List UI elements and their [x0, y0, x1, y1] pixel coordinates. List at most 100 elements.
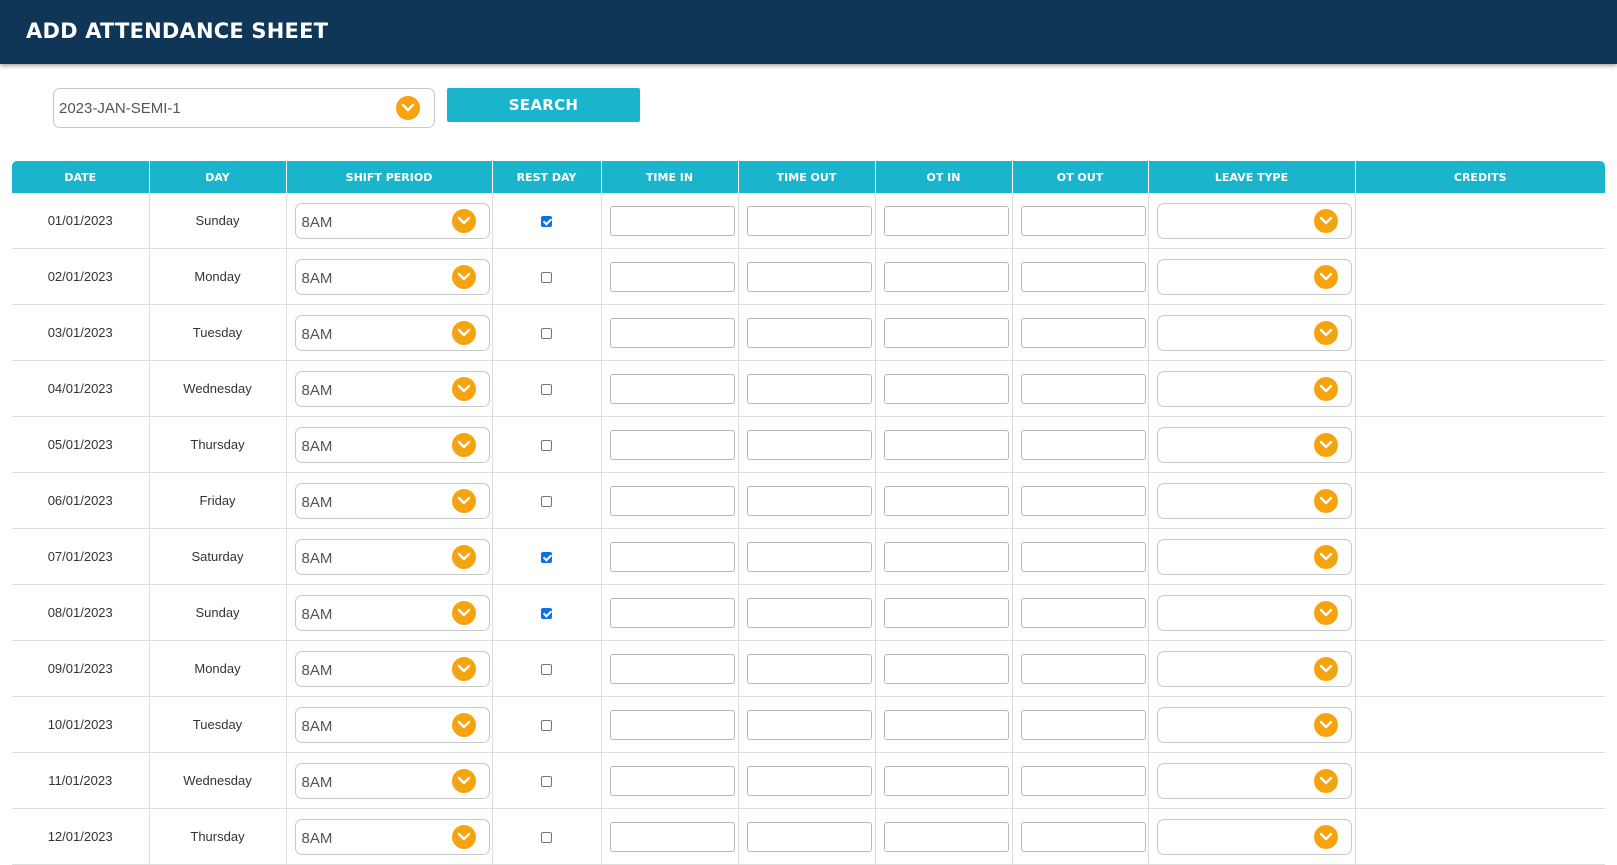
time-in-input[interactable]: [609, 485, 735, 516]
leave-type-select[interactable]: [1156, 650, 1352, 687]
time-out-input[interactable]: [746, 317, 872, 348]
shift-period-select[interactable]: 8AM: [294, 762, 490, 799]
rest-day-checkbox[interactable]: [541, 440, 552, 452]
ot-out-input[interactable]: [1020, 485, 1146, 516]
ot-out-input[interactable]: [1020, 261, 1146, 292]
rest-day-checkbox[interactable]: [541, 832, 552, 844]
time-in-input[interactable]: [609, 765, 735, 796]
chevron-down-icon: [1313, 432, 1338, 457]
ot-in-input[interactable]: [883, 485, 1009, 516]
rest-day-checkbox[interactable]: [541, 384, 552, 396]
ot-in-input[interactable]: [883, 429, 1009, 460]
leave-type-cell: [1148, 193, 1356, 249]
time-out-input[interactable]: [746, 597, 872, 628]
ot-out-input[interactable]: [1020, 821, 1146, 852]
leave-type-select[interactable]: [1156, 706, 1352, 743]
shift-period-select[interactable]: 8AM: [294, 426, 490, 463]
ot-out-input[interactable]: [1020, 205, 1146, 236]
leave-type-select[interactable]: [1156, 202, 1352, 239]
shift-period-select[interactable]: 8AM: [294, 594, 490, 631]
ot-in-input[interactable]: [883, 373, 1009, 404]
leave-type-select[interactable]: [1156, 482, 1352, 519]
ot-out-input[interactable]: [1020, 653, 1146, 684]
time-in-input[interactable]: [609, 709, 735, 740]
leave-type-select[interactable]: [1156, 818, 1352, 855]
ot-out-input[interactable]: [1020, 709, 1146, 740]
table-row: 06/01/2023 Friday 8AM: [12, 472, 1605, 529]
rest-day-checkbox[interactable]: [541, 272, 552, 284]
ot-in-input[interactable]: [883, 653, 1009, 684]
leave-type-select[interactable]: [1156, 538, 1352, 575]
leave-type-cell: [1148, 696, 1356, 753]
ot-in-input[interactable]: [883, 765, 1009, 796]
ot-in-input[interactable]: [883, 597, 1009, 628]
time-out-cell: [738, 248, 876, 305]
ot-in-input[interactable]: [883, 261, 1009, 292]
ot-out-input[interactable]: [1020, 597, 1146, 628]
leave-type-select[interactable]: [1156, 426, 1352, 463]
time-out-input[interactable]: [746, 485, 872, 516]
rest-day-checkbox[interactable]: [541, 328, 552, 340]
time-in-input[interactable]: [609, 317, 735, 348]
rest-day-checkbox[interactable]: [541, 552, 552, 564]
ot-in-cell: [875, 304, 1013, 361]
ot-out-input[interactable]: [1020, 373, 1146, 404]
rest-day-cell: [492, 584, 602, 641]
time-out-input[interactable]: [746, 821, 872, 852]
time-out-input[interactable]: [746, 205, 872, 236]
ot-out-input[interactable]: [1020, 429, 1146, 460]
shift-period-value: 8AM: [301, 661, 333, 679]
leave-type-select[interactable]: [1156, 594, 1352, 631]
leave-type-select[interactable]: [1156, 762, 1352, 799]
time-out-input[interactable]: [746, 373, 872, 404]
page-header: ADD ATTENDANCE SHEET: [0, 0, 1617, 64]
ot-out-input[interactable]: [1020, 765, 1146, 796]
period-select[interactable]: 2023-JAN-SEMI-1: [53, 88, 435, 128]
rest-day-checkbox[interactable]: [541, 608, 552, 620]
time-out-input[interactable]: [746, 709, 872, 740]
rest-day-checkbox[interactable]: [541, 216, 552, 228]
rest-day-checkbox[interactable]: [541, 496, 552, 508]
leave-type-select[interactable]: [1156, 258, 1352, 295]
time-in-input[interactable]: [609, 429, 735, 460]
shift-period-select[interactable]: 8AM: [294, 538, 490, 575]
rest-day-checkbox[interactable]: [541, 776, 552, 788]
shift-period-value: 8AM: [301, 213, 333, 231]
shift-period-cell: 8AM: [286, 528, 493, 585]
time-out-input[interactable]: [746, 261, 872, 292]
day-cell: Thursday: [149, 416, 287, 473]
time-out-input[interactable]: [746, 765, 872, 796]
leave-type-select[interactable]: [1156, 370, 1352, 407]
shift-period-select[interactable]: 8AM: [294, 314, 490, 351]
table-row: 03/01/2023 Tuesday 8AM: [12, 304, 1605, 361]
shift-period-select[interactable]: 8AM: [294, 202, 490, 239]
leave-type-select[interactable]: [1156, 314, 1352, 351]
shift-period-select[interactable]: 8AM: [294, 818, 490, 855]
time-in-input[interactable]: [609, 205, 735, 236]
time-in-input[interactable]: [609, 261, 735, 292]
time-in-input[interactable]: [609, 373, 735, 404]
time-in-input[interactable]: [609, 653, 735, 684]
ot-in-input[interactable]: [883, 317, 1009, 348]
shift-period-cell: 8AM: [286, 640, 493, 697]
time-out-input[interactable]: [746, 429, 872, 460]
time-out-input[interactable]: [746, 653, 872, 684]
ot-in-input[interactable]: [883, 205, 1009, 236]
time-in-input[interactable]: [609, 597, 735, 628]
ot-out-input[interactable]: [1020, 541, 1146, 572]
search-button[interactable]: SEARCH: [447, 88, 640, 122]
rest-day-checkbox[interactable]: [541, 664, 552, 676]
ot-in-input[interactable]: [883, 709, 1009, 740]
ot-out-input[interactable]: [1020, 317, 1146, 348]
shift-period-select[interactable]: 8AM: [294, 370, 490, 407]
shift-period-select[interactable]: 8AM: [294, 258, 490, 295]
time-in-input[interactable]: [609, 541, 735, 572]
time-in-input[interactable]: [609, 821, 735, 852]
rest-day-checkbox[interactable]: [541, 720, 552, 732]
shift-period-select[interactable]: 8AM: [294, 650, 490, 687]
time-out-input[interactable]: [746, 541, 872, 572]
shift-period-select[interactable]: 8AM: [294, 482, 490, 519]
ot-in-input[interactable]: [883, 821, 1009, 852]
ot-in-input[interactable]: [883, 541, 1009, 572]
shift-period-select[interactable]: 8AM: [294, 706, 490, 743]
